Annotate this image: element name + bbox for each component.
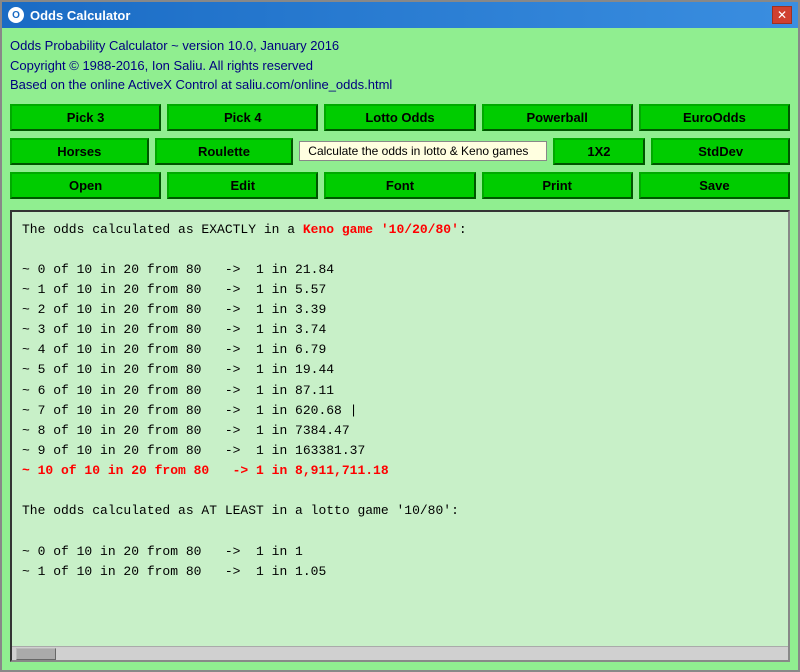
pick4-button[interactable]: Pick 4 bbox=[167, 104, 318, 131]
header-line2: Copyright © 1988-2016, Ion Saliu. All ri… bbox=[10, 56, 790, 76]
pick3-button[interactable]: Pick 3 bbox=[10, 104, 161, 131]
intro-text-red: Keno game '10/20/80' bbox=[303, 222, 459, 237]
horses-button[interactable]: Horses bbox=[10, 138, 149, 165]
output-line-intro: The odds calculated as EXACTLY in a Keno… bbox=[22, 220, 778, 240]
app-icon: O bbox=[8, 7, 24, 23]
header-line3: Based on the online ActiveX Control at s… bbox=[10, 75, 790, 95]
output-line-7: ~ 7 of 10 in 20 from 80 -> 1 in 620.68 | bbox=[22, 401, 778, 421]
header-section: Odds Probability Calculator ~ version 10… bbox=[10, 36, 790, 95]
save-button[interactable]: Save bbox=[639, 172, 790, 199]
output-line-6: ~ 6 of 10 in 20 from 80 -> 1 in 87.11 bbox=[22, 381, 778, 401]
app-content: Odds Probability Calculator ~ version 10… bbox=[2, 28, 798, 670]
output-line-atleast: The odds calculated as AT LEAST in a lot… bbox=[22, 501, 778, 521]
main-window: O Odds Calculator ✕ Odds Probability Cal… bbox=[0, 0, 800, 672]
lotto-odds-button[interactable]: Lotto Odds bbox=[324, 104, 475, 131]
scrollbar-thumb[interactable] bbox=[16, 648, 56, 660]
horizontal-scrollbar[interactable] bbox=[12, 646, 788, 660]
output-line-10: ~ 10 of 10 in 20 from 80 -> 1 in 8,911,7… bbox=[22, 461, 778, 481]
roulette-button[interactable]: Roulette bbox=[155, 138, 294, 165]
output-area[interactable]: The odds calculated as EXACTLY in a Keno… bbox=[12, 212, 788, 647]
output-line-5: ~ 5 of 10 in 20 from 80 -> 1 in 19.44 bbox=[22, 360, 778, 380]
output-container: The odds calculated as EXACTLY in a Keno… bbox=[10, 210, 790, 663]
euroodds-button[interactable]: EuroOdds bbox=[639, 104, 790, 131]
powerball-button[interactable]: Powerball bbox=[482, 104, 633, 131]
header-line1: Odds Probability Calculator ~ version 10… bbox=[10, 36, 790, 56]
print-button[interactable]: Print bbox=[482, 172, 633, 199]
1x2-button[interactable]: 1X2 bbox=[553, 138, 646, 165]
stddev-button[interactable]: StdDev bbox=[651, 138, 790, 165]
intro-text-colon: : bbox=[459, 222, 467, 237]
title-text: Odds Calculator bbox=[30, 8, 130, 23]
button-row-3: Open Edit Font Print Save bbox=[10, 172, 790, 199]
font-button[interactable]: Font bbox=[324, 172, 475, 199]
output-line-3: ~ 3 of 10 in 20 from 80 -> 1 in 3.74 bbox=[22, 320, 778, 340]
output-line-al-1: ~ 1 of 10 in 20 from 80 -> 1 in 1.05 bbox=[22, 562, 778, 582]
edit-button[interactable]: Edit bbox=[167, 172, 318, 199]
button-row-2: Horses Roulette Calculate the odds in lo… bbox=[10, 138, 790, 165]
output-line-0: ~ 0 of 10 in 20 from 80 -> 1 in 21.84 bbox=[22, 260, 778, 280]
output-line-9: ~ 9 of 10 in 20 from 80 -> 1 in 163381.3… bbox=[22, 441, 778, 461]
close-button[interactable]: ✕ bbox=[772, 6, 792, 24]
output-line-al-0: ~ 0 of 10 in 20 from 80 -> 1 in 1 bbox=[22, 542, 778, 562]
output-line-4: ~ 4 of 10 in 20 from 80 -> 1 in 6.79 bbox=[22, 340, 778, 360]
output-line-1: ~ 1 of 10 in 20 from 80 -> 1 in 5.57 bbox=[22, 280, 778, 300]
tooltip-text: Calculate the odds in lotto & Keno games bbox=[299, 141, 546, 161]
intro-text-normal: The odds calculated as EXACTLY in a bbox=[22, 222, 303, 237]
output-line-2: ~ 2 of 10 in 20 from 80 -> 1 in 3.39 bbox=[22, 300, 778, 320]
title-bar-left: O Odds Calculator bbox=[8, 7, 130, 23]
button-row-1: Pick 3 Pick 4 Lotto Odds Powerball EuroO… bbox=[10, 104, 790, 131]
open-button[interactable]: Open bbox=[10, 172, 161, 199]
output-line-8: ~ 8 of 10 in 20 from 80 -> 1 in 7384.47 bbox=[22, 421, 778, 441]
title-bar: O Odds Calculator ✕ bbox=[2, 2, 798, 28]
